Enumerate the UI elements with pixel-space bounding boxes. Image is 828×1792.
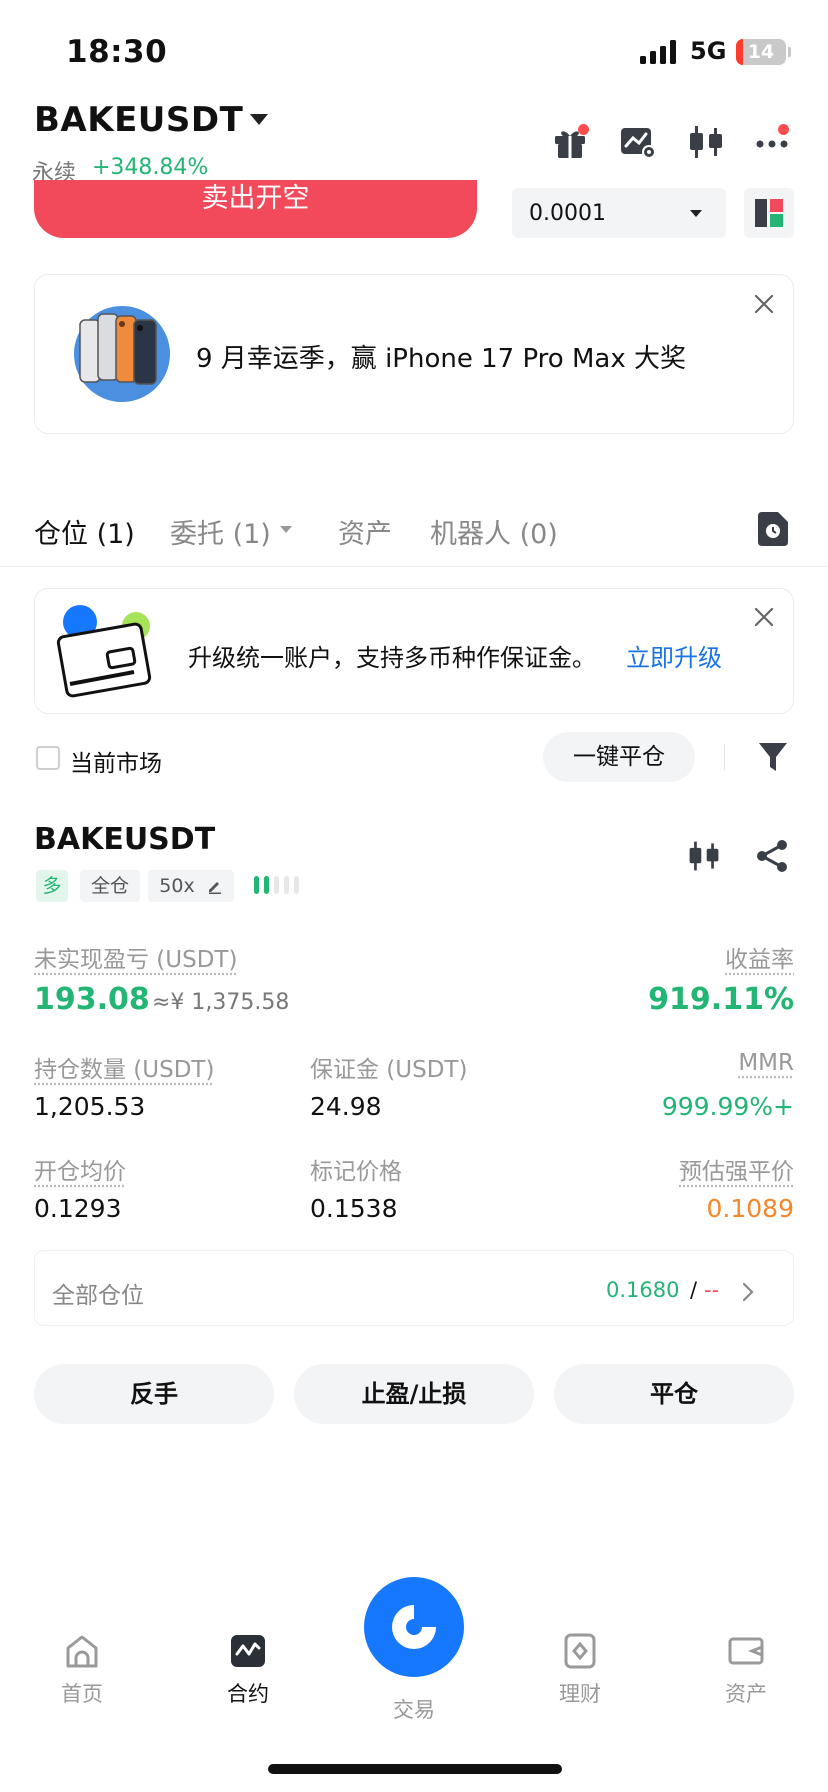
unrealized-pnl-cny: ≈¥ 1,375.58 <box>152 990 290 1015</box>
position-size-value: 1,205.53 <box>34 1092 146 1121</box>
divider <box>724 744 725 770</box>
mark-price-value: 0.1538 <box>310 1194 398 1223</box>
tab-orders-caret-icon[interactable] <box>280 526 292 533</box>
pair-dropdown-caret-icon[interactable] <box>250 114 268 125</box>
all-positions-sl-value: -- <box>704 1278 720 1302</box>
nav-home-label: 首页 <box>61 1682 103 1706</box>
candlestick-icon[interactable] <box>686 122 726 162</box>
pair-title[interactable]: BAKEUSDT <box>34 100 243 140</box>
close-icon[interactable] <box>753 293 775 315</box>
history-document-icon[interactable] <box>758 512 788 546</box>
tab-orders[interactable]: 委托 (1) <box>170 512 271 551</box>
nav-futures-label: 合约 <box>227 1682 269 1706</box>
chart-settings-icon[interactable] <box>618 122 658 162</box>
close-icon[interactable] <box>753 606 775 628</box>
mark-price-label: 标记价格 <box>310 1159 402 1185</box>
adl-bar <box>274 876 279 894</box>
share-icon[interactable] <box>754 838 790 874</box>
home-icon <box>66 1635 98 1668</box>
candlestick-icon[interactable] <box>686 838 722 874</box>
sell-open-short-button[interactable]: 卖出开空 <box>34 180 477 238</box>
tab-assets[interactable]: 资产 <box>338 512 392 551</box>
margin-value: 24.98 <box>310 1092 382 1121</box>
leverage-value: 50x <box>159 875 195 897</box>
close-position-button[interactable]: 平仓 <box>554 1364 794 1424</box>
upgrade-text: 升级统一账户，支持多币种作保证金。 <box>188 644 596 672</box>
leverage-badge[interactable]: 50x <box>148 870 234 902</box>
tab-bots[interactable]: 机器人 (0) <box>430 512 558 551</box>
quantity-select[interactable]: 0.0001 <box>512 188 726 238</box>
price-change: +348.84% <box>92 155 209 180</box>
gift-notification-dot <box>578 124 589 135</box>
margin-mode-badge: 全仓 <box>80 870 140 902</box>
mmr-label: MMR <box>738 1050 794 1076</box>
unrealized-pnl-label: 未实现盈亏 (USDT) <box>34 947 238 973</box>
unrealized-pnl-value: 193.08 <box>34 982 150 1017</box>
tp-sl-button[interactable]: 止盈/止损 <box>294 1364 534 1424</box>
tab-positions[interactable]: 仓位 (1) <box>34 512 135 551</box>
tab-divider <box>0 566 828 567</box>
margin-label: 保证金 (USDT) <box>310 1057 468 1083</box>
nav-earn-label: 理财 <box>559 1682 601 1706</box>
nav-trade-label[interactable]: 交易 <box>364 1694 464 1724</box>
liquidation-price-label: 预估强平价 <box>679 1159 794 1185</box>
all-positions-label: 全部仓位 <box>52 1283 144 1309</box>
wallet-nav-icon <box>728 1637 764 1665</box>
position-symbol: BAKEUSDT <box>34 822 216 857</box>
trade-button[interactable] <box>364 1577 464 1677</box>
wallet-icon <box>56 605 152 698</box>
adl-bar <box>264 876 269 894</box>
adl-bar <box>284 876 289 894</box>
filter-icon[interactable] <box>758 741 788 773</box>
entry-price-value: 0.1293 <box>34 1194 122 1223</box>
nav-assets-label: 资产 <box>725 1682 767 1706</box>
nav-assets[interactable]: 资产 <box>686 1632 806 1708</box>
current-market-label[interactable]: 当前市场 <box>70 744 162 778</box>
side-badge: 多 <box>36 870 68 902</box>
promo-text: 9 月幸运季，赢 iPhone 17 Pro Max 大奖 <box>196 344 686 374</box>
all-positions-tp-value: 0.1680 <box>606 1278 680 1302</box>
network-label: 5G <box>690 37 727 65</box>
chevron-right-icon[interactable] <box>742 1282 754 1302</box>
all-positions-row[interactable] <box>34 1250 794 1326</box>
home-indicator[interactable] <box>268 1764 562 1774</box>
close-all-button[interactable]: 一键平仓 <box>543 732 695 782</box>
battery-icon: 14 <box>736 39 786 65</box>
nav-home[interactable]: 首页 <box>22 1632 142 1708</box>
roe-value: 919.11% <box>648 982 794 1017</box>
iphone-promo-image <box>74 306 170 402</box>
upgrade-now-link[interactable]: 立即升级 <box>626 638 722 673</box>
nav-earn[interactable]: 理财 <box>520 1632 640 1708</box>
all-positions-separator: / <box>690 1278 698 1302</box>
quantity-value: 0.0001 <box>529 201 606 226</box>
futures-chart-icon <box>231 1635 265 1667</box>
adl-bar <box>294 876 299 894</box>
current-market-checkbox[interactable] <box>36 746 60 770</box>
earn-icon <box>564 1633 596 1669</box>
mmr-value: 999.99%+ <box>661 1092 794 1121</box>
reverse-button[interactable]: 反手 <box>34 1364 274 1424</box>
status-time: 18:30 <box>66 34 168 70</box>
roe-label: 收益率 <box>725 947 794 973</box>
liquidation-price-value: 0.1089 <box>706 1194 794 1223</box>
trade-logo-icon <box>392 1605 436 1649</box>
adl-bar <box>254 876 259 894</box>
cellular-signal-icon <box>640 40 676 64</box>
battery-text: 14 <box>747 41 775 63</box>
battery-tip <box>788 47 791 57</box>
nav-futures[interactable]: 合约 <box>188 1632 308 1708</box>
chevron-down-icon <box>690 210 702 217</box>
position-size-label: 持仓数量 (USDT) <box>34 1057 215 1083</box>
edit-icon <box>208 882 221 894</box>
orderbook-layout-icon[interactable] <box>744 188 794 238</box>
entry-price-label: 开仓均价 <box>34 1159 126 1185</box>
more-notification-dot <box>778 124 789 135</box>
